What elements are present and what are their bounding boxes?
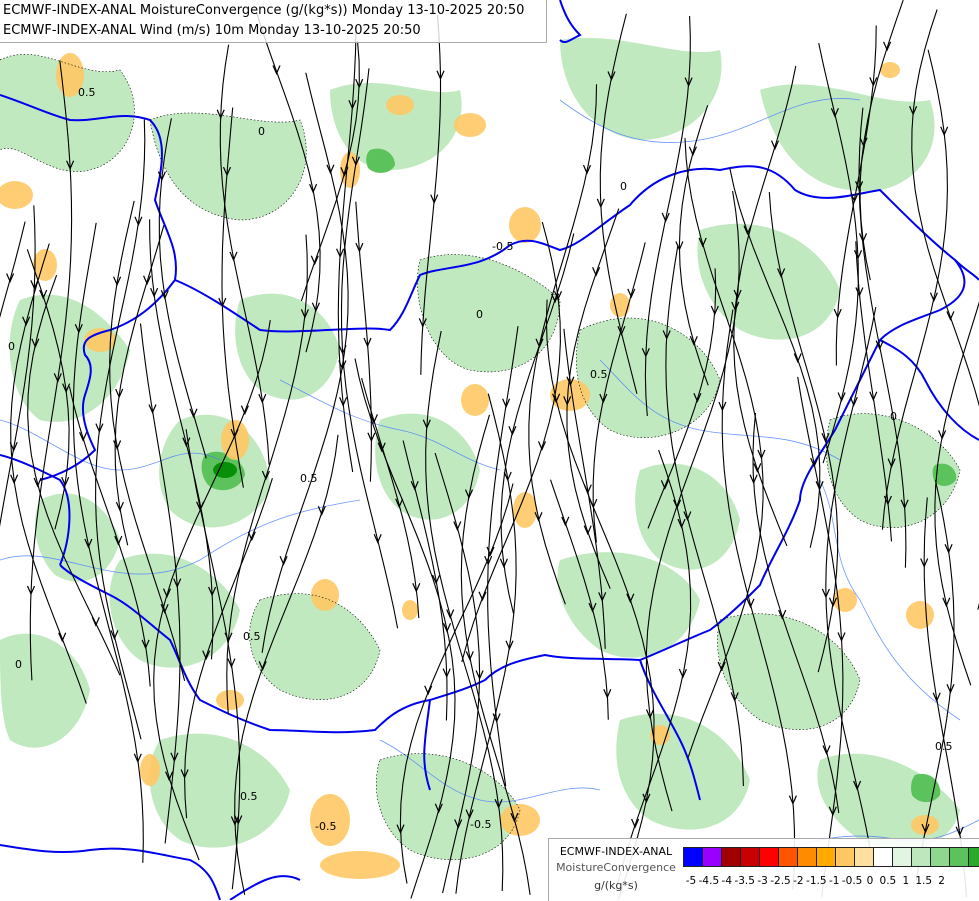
legend-tick-label: 1.5: [915, 875, 933, 887]
legend-tick-label: -0.5: [841, 875, 863, 887]
moisture-convergence-title: ECMWF-INDEX-ANAL MoistureConvergence (g/…: [3, 3, 525, 18]
legend-swatch: [892, 847, 912, 867]
legend-tick-label: -3.5: [734, 875, 755, 887]
legend-swatch: [911, 847, 931, 867]
legend-tick-label: 2: [938, 875, 945, 887]
legend-tick-label: -2: [793, 875, 804, 887]
legend-swatch: [968, 847, 979, 867]
contour-label: 0: [258, 125, 265, 138]
map-header: ECMWF-INDEX-ANAL MoistureConvergence (g/…: [0, 0, 547, 43]
legend-tick-label: -2.5: [770, 875, 791, 887]
legend-tick-label: -3: [757, 875, 768, 887]
legend-swatches: [683, 847, 979, 867]
contour-label: 0.5: [590, 368, 608, 381]
legend-tick-label: 1: [902, 875, 910, 887]
legend-tick-label: -1: [828, 875, 840, 887]
contour-label: 0.5: [78, 86, 96, 99]
wind-title: ECMWF-INDEX-ANAL Wind (m/s) 10m Monday 1…: [3, 23, 421, 38]
contour-label: 0: [620, 180, 627, 193]
legend-swatch: [702, 847, 722, 867]
legend-swatch: [854, 847, 874, 867]
legend-unit: g/(kg*s): [594, 879, 638, 892]
legend-tick-label: 0.5: [879, 875, 897, 887]
legend-swatch: [721, 847, 741, 867]
contour-label: 0: [15, 658, 22, 671]
contour-label: -0.5: [315, 820, 336, 833]
legend-ticks: -5 -4.5 -4 -3.5 -3 -2.5 -2 -1.5 -1 -0.5 0 0.5 1 1.5 2: [683, 875, 979, 889]
contour-label: 0.5: [935, 740, 953, 753]
legend-swatch: [930, 847, 950, 867]
contour-label: -0.5: [492, 240, 513, 253]
legend-swatch: [797, 847, 817, 867]
contour-label: 0.5: [243, 630, 261, 643]
contour-label: 0: [890, 410, 897, 423]
legend-swatch: [683, 847, 703, 867]
legend-tick-label: -4.5: [698, 875, 720, 887]
contour-label: 0: [476, 308, 483, 321]
legend-swatch: [816, 847, 836, 867]
legend-swatch: [778, 847, 798, 867]
weather-map: 0 0 0 0 0 0 0.5 0.5 0.5 0.5 0.5 0.5 -0.5…: [0, 0, 979, 900]
legend-tick-label: 0: [866, 875, 874, 887]
legend-swatch: [759, 847, 779, 867]
color-legend: ECMWF-INDEX-ANAL MoistureConvergence g/(…: [548, 838, 979, 901]
legend-swatch: [835, 847, 855, 867]
legend-tick-label: -5: [685, 875, 697, 887]
contour-label: 0.5: [240, 790, 258, 803]
legend-swatch: [949, 847, 969, 867]
legend-subtitle: MoistureConvergence: [556, 861, 676, 874]
contour-label: 0.5: [300, 472, 318, 485]
legend-swatch: [740, 847, 760, 867]
legend-tick-label: -4: [721, 875, 733, 887]
contour-label: 0: [8, 340, 15, 353]
legend-tick-label: -1.5: [806, 875, 827, 887]
contour-label: -0.5: [470, 818, 491, 831]
legend-title: ECMWF-INDEX-ANAL: [559, 845, 673, 858]
legend-swatch: [873, 847, 893, 867]
